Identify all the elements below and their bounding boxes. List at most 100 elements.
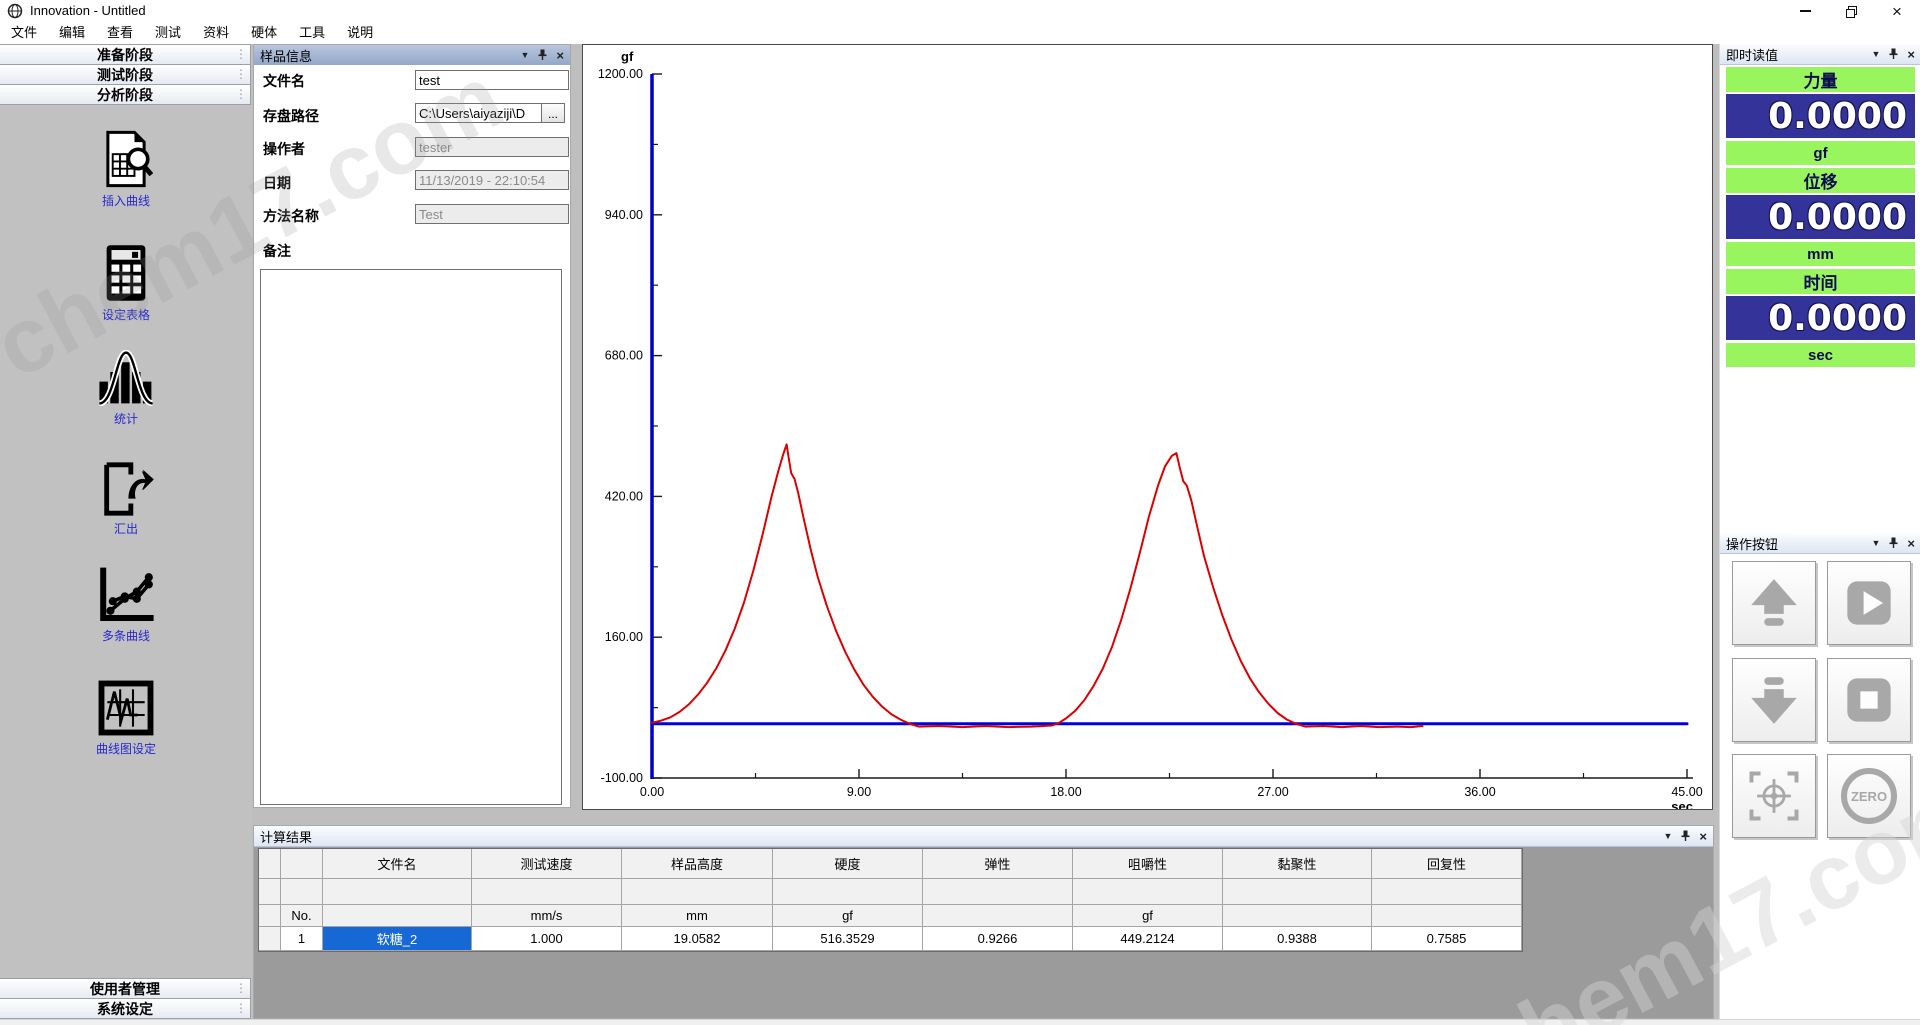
readouts-header: 即时读值 ▼ × — [1720, 44, 1920, 65]
results-body: 文件名 测试速度 样品高度 硬度 弹性 咀嚼性 黏聚性 回复性 No. — [254, 846, 1713, 1018]
statistics-icon — [97, 350, 155, 406]
sidebar-item-table-setup[interactable]: 设定表格 — [0, 244, 252, 323]
close-button[interactable]: × — [1874, 0, 1920, 22]
stop-icon — [1843, 674, 1895, 726]
svg-text:0.00: 0.00 — [640, 785, 664, 799]
col-chewiness[interactable]: 咀嚼性 — [1073, 849, 1223, 879]
svg-text:45.00: 45.00 — [1671, 785, 1702, 799]
menu-item-tools[interactable]: 工具 — [288, 22, 336, 44]
cell-filename[interactable]: 软糖_2 — [323, 927, 472, 951]
sample-info-body: 文件名 存盘路径 ... 操作者 日期 方法名称 备注 — [254, 65, 570, 807]
zero-button[interactable]: ZERO — [1827, 754, 1911, 838]
menu-item-edit[interactable]: 编辑 — [48, 22, 96, 44]
run-button[interactable] — [1827, 561, 1911, 645]
cell-hardness[interactable]: 516.3529 — [773, 927, 923, 951]
restore-button[interactable] — [1828, 0, 1874, 22]
browse-button[interactable]: ... — [541, 103, 565, 123]
row-number[interactable]: 1 — [281, 927, 323, 951]
panel-menu-icon[interactable]: ▼ — [1663, 831, 1672, 841]
remark-label: 备注 — [263, 241, 291, 261]
sidebar-item-chart-settings[interactable]: 曲线图设定 — [0, 680, 252, 757]
chart-plot: 0.009.0018.0027.0036.0045.00sec1200.0094… — [583, 45, 1712, 809]
panel-menu-icon[interactable]: ▼ — [1871, 538, 1880, 548]
restore-icon — [1846, 6, 1856, 16]
app-logo-icon — [7, 3, 23, 19]
sidebar-item-system-settings[interactable]: 系统设定 ⋮ — [0, 998, 251, 1019]
col-resilience[interactable]: 回复性 — [1372, 849, 1522, 879]
panel-pin-icon[interactable] — [1889, 48, 1898, 61]
menu-item-help[interactable]: 说明 — [336, 22, 384, 44]
sidebar-item-user-management[interactable]: 使用者管理 ⋮ — [0, 978, 251, 999]
time-unit: sec — [1726, 343, 1915, 367]
path-label: 存盘路径 — [263, 106, 319, 126]
panel-pin-icon[interactable] — [1681, 830, 1690, 843]
panel-menu-icon[interactable]: ▼ — [1871, 49, 1880, 59]
panel-close-icon[interactable]: × — [1907, 48, 1915, 61]
sidebar-item-insert-curve[interactable]: 插入曲线 — [0, 130, 252, 209]
panel-close-icon[interactable]: × — [556, 49, 564, 62]
svg-text:160.00: 160.00 — [605, 630, 643, 644]
grip-icon: ⋮ — [235, 980, 247, 997]
path-input[interactable] — [415, 103, 542, 123]
menu-bar: 文件 编辑 查看 测试 资料 硬体 工具 说明 — [0, 22, 1920, 45]
chart-settings-icon — [98, 680, 154, 736]
svg-text:680.00: 680.00 — [605, 349, 643, 363]
operator-label: 操作者 — [263, 139, 305, 159]
date-label: 日期 — [263, 173, 291, 193]
svg-text:-100.00: -100.00 — [601, 771, 643, 785]
filename-label: 文件名 — [263, 71, 305, 91]
svg-text:gf: gf — [621, 49, 634, 64]
sidebar-item-multi-curve[interactable]: 多条曲线 — [0, 565, 252, 644]
window-title: Innovation - Untitled — [30, 3, 146, 18]
minimize-button[interactable] — [1782, 0, 1828, 22]
col-cohesiveness[interactable]: 黏聚性 — [1223, 849, 1372, 879]
panel-title: 样品信息 — [254, 46, 520, 65]
force-label: 力量 — [1726, 67, 1915, 92]
method-label: 方法名称 — [263, 206, 319, 226]
stop-button[interactable] — [1827, 658, 1911, 742]
panel-title: 计算结果 — [254, 827, 1663, 846]
displacement-value: 0.0000 — [1726, 195, 1915, 239]
cell-springiness[interactable]: 0.9266 — [923, 927, 1073, 951]
panel-menu-icon[interactable]: ▼ — [520, 50, 529, 60]
grip-icon: ⋮ — [235, 1000, 247, 1017]
controls-header: 操作按钮 ▼ × — [1720, 533, 1920, 554]
cell-speed[interactable]: 1.000 — [472, 927, 622, 951]
col-springiness[interactable]: 弹性 — [923, 849, 1073, 879]
menu-item-test[interactable]: 测试 — [144, 22, 192, 44]
window-titlebar: Innovation - Untitled × — [0, 0, 1920, 22]
panel-pin-icon[interactable] — [1889, 537, 1898, 550]
svg-text:9.00: 9.00 — [847, 785, 871, 799]
sidebar-stage-test[interactable]: 测试阶段 ⋮ — [0, 64, 251, 85]
menu-item-data[interactable]: 资料 — [192, 22, 240, 44]
target-button[interactable] — [1732, 754, 1816, 838]
menu-item-file[interactable]: 文件 — [0, 22, 48, 44]
sidebar: 准备阶段 ⋮ 测试阶段 ⋮ 分析阶段 ⋮ 插入曲线 — [0, 44, 252, 1019]
time-value: 0.0000 — [1726, 296, 1915, 340]
sidebar-item-export[interactable]: 汇出 — [0, 462, 252, 537]
method-input — [415, 204, 569, 224]
remark-textarea[interactable] — [260, 269, 562, 805]
col-speed[interactable]: 测试速度 — [472, 849, 622, 879]
svg-text:36.00: 36.00 — [1464, 785, 1495, 799]
target-icon — [1747, 769, 1801, 823]
cell-resilience[interactable]: 0.7585 — [1372, 927, 1522, 951]
filename-input[interactable] — [415, 70, 569, 90]
col-filename[interactable]: 文件名 — [323, 849, 472, 879]
col-height[interactable]: 样品高度 — [622, 849, 773, 879]
panel-close-icon[interactable]: × — [1907, 537, 1915, 550]
jog-up-button[interactable] — [1732, 561, 1816, 645]
sidebar-item-statistics[interactable]: 统计 — [0, 350, 252, 427]
menu-item-hardware[interactable]: 硬体 — [240, 22, 288, 44]
sidebar-stage-prepare[interactable]: 准备阶段 ⋮ — [0, 44, 251, 65]
cell-chewiness[interactable]: 449.2124 — [1073, 927, 1223, 951]
panel-pin-icon[interactable] — [538, 49, 547, 62]
panel-title: 即时读值 — [1720, 45, 1871, 64]
menu-item-view[interactable]: 查看 — [96, 22, 144, 44]
cell-height[interactable]: 19.0582 — [622, 927, 773, 951]
jog-down-button[interactable] — [1732, 658, 1816, 742]
col-hardness[interactable]: 硬度 — [773, 849, 923, 879]
panel-close-icon[interactable]: × — [1699, 830, 1707, 843]
cell-cohesiveness[interactable]: 0.9388 — [1223, 927, 1372, 951]
sidebar-stage-analysis[interactable]: 分析阶段 ⋮ — [0, 84, 251, 105]
